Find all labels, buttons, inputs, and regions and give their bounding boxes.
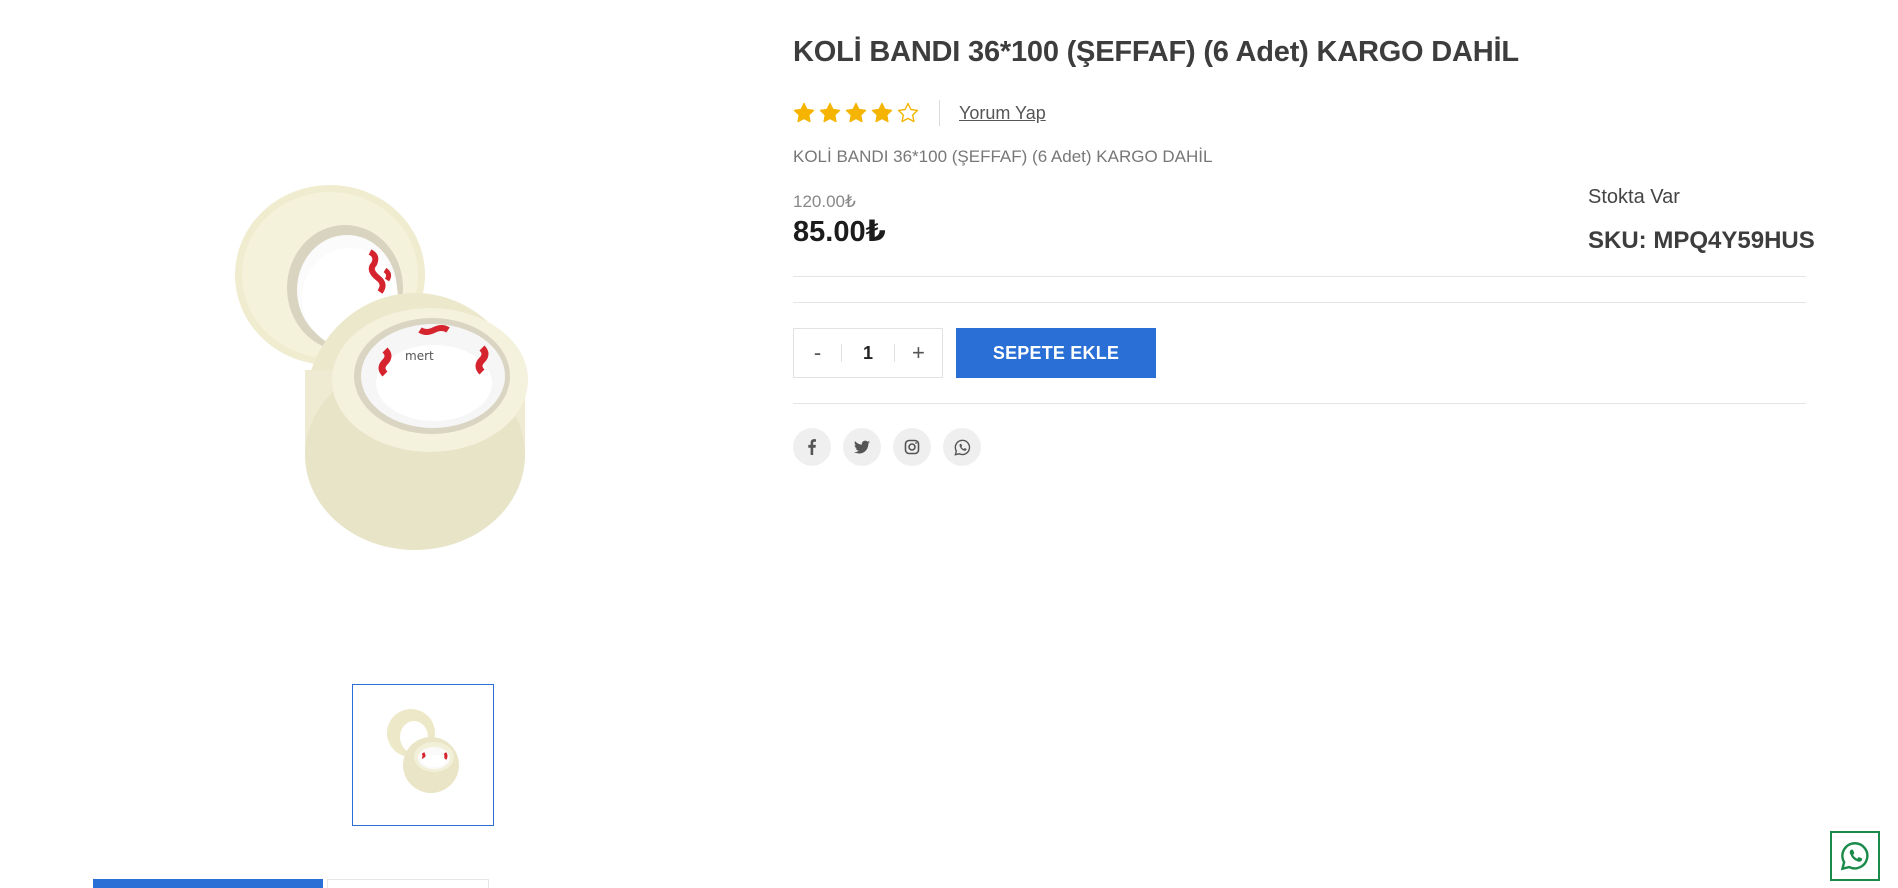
star-filled-icon [845,102,867,123]
share-instagram-button[interactable] [893,428,931,466]
sku-label: SKU: [1588,227,1647,254]
current-price: 85.00₺ [793,216,886,248]
instagram-icon [904,439,920,455]
product-thumbnail[interactable] [352,684,494,826]
packing-tape-thumb-image [387,709,459,793]
divider [793,276,1806,277]
product-short-description: KOLİ BANDI 36*100 (ŞEFFAF) (6 Adet) KARG… [793,147,1213,166]
star-filled-icon [871,102,893,123]
divider [793,403,1806,404]
sku: SKU: MPQ4Y59HUS [1588,227,1815,255]
quantity-decrement-button[interactable]: - [794,340,841,366]
floating-whatsapp-button[interactable] [1830,831,1880,881]
packing-tape-image: mert mert [235,185,528,550]
rating-row: Yorum Yap [793,100,1046,126]
whatsapp-icon [1840,842,1869,871]
whatsapp-icon [953,439,970,456]
tab-description[interactable] [93,879,323,888]
svg-text:mert: mert [405,349,434,363]
product-main-image[interactable]: mert mert [220,180,580,550]
divider [793,302,1806,303]
twitter-icon [854,440,870,454]
star-filled-icon [819,102,841,123]
quantity-stepper: - + [793,328,943,378]
product-page: mert mert KOLİ BANDI 36*100 (ŞEFFAF) (6 … [0,0,1898,888]
star-rating [793,102,919,124]
add-to-cart-button[interactable]: SEPETE EKLE [956,328,1156,378]
share-buttons [793,428,981,466]
quantity-increment-button[interactable]: + [895,340,942,366]
stock-status: Stokta Var [1588,186,1680,208]
quantity-input[interactable] [842,341,894,365]
star-filled-icon [793,102,815,123]
product-title: KOLİ BANDI 36*100 (ŞEFFAF) (6 Adet) KARG… [793,36,1519,68]
share-twitter-button[interactable] [843,428,881,466]
facebook-icon [808,439,816,455]
write-review-link[interactable]: Yorum Yap [959,103,1046,124]
sku-value: MPQ4Y59HUS [1653,227,1815,254]
star-empty-icon [897,102,919,123]
old-price: 120.00₺ [793,192,856,211]
share-whatsapp-button[interactable] [943,428,981,466]
share-facebook-button[interactable] [793,428,831,466]
divider [939,100,940,126]
tab-reviews[interactable] [327,879,489,888]
